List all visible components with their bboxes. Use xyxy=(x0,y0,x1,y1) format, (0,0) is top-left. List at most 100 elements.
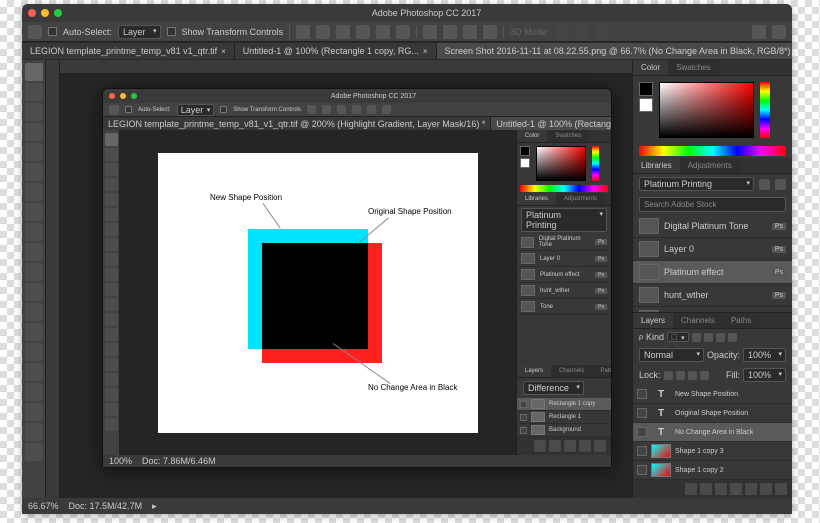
list-view-icon[interactable] xyxy=(775,179,786,190)
adjustments-tab[interactable]: Adjustments xyxy=(680,158,740,173)
search-stock[interactable]: Search Adobe Stock xyxy=(639,197,786,212)
library-item[interactable]: Platinum effectPs xyxy=(633,261,792,284)
fg-bg-swatches[interactable] xyxy=(639,82,653,112)
shape-tool[interactable] xyxy=(25,403,43,421)
align-icon[interactable] xyxy=(396,25,410,39)
distribute-icon[interactable] xyxy=(483,25,497,39)
distribute-icon[interactable] xyxy=(463,25,477,39)
crop-tool[interactable] xyxy=(25,143,43,161)
doc-tab[interactable]: Untitled-1 @ 100% (Rectangle 1 copy, RG.… xyxy=(235,43,437,59)
visibility-toggle[interactable] xyxy=(637,427,647,437)
filter-icon[interactable] xyxy=(704,333,713,342)
close-icon[interactable]: × xyxy=(221,47,226,56)
auto-select-checkbox[interactable] xyxy=(48,27,57,36)
lock-icon[interactable] xyxy=(700,371,709,380)
libraries-tab[interactable]: Libraries xyxy=(633,158,680,173)
doc-tab[interactable]: LEGION template_printme_temp_v81 v1_qtr.… xyxy=(22,43,235,59)
visibility-toggle[interactable] xyxy=(637,465,647,475)
trash-icon[interactable] xyxy=(775,483,787,495)
layer-row[interactable]: TOriginal Shape Position xyxy=(633,404,792,423)
library-item[interactable]: Layer 0Ps xyxy=(633,238,792,261)
titlebar[interactable]: Adobe Photoshop CC 2017 xyxy=(22,4,792,22)
grid-view-icon[interactable] xyxy=(759,179,770,190)
hue-slider[interactable] xyxy=(760,82,770,138)
brush-tool[interactable] xyxy=(25,203,43,221)
color-field[interactable] xyxy=(659,82,754,138)
doc-tab-active[interactable]: Screen Shot 2016-11-11 at 08.22.55.png @… xyxy=(437,43,793,59)
filter-icon[interactable] xyxy=(728,333,737,342)
spectrum-bar[interactable] xyxy=(639,146,786,156)
align-icon[interactable] xyxy=(296,25,310,39)
lock-icon[interactable] xyxy=(688,371,697,380)
fill-value[interactable]: 100% xyxy=(743,368,786,382)
lock-icon[interactable] xyxy=(676,371,685,380)
zoom-tool[interactable] xyxy=(25,443,43,461)
hand-tool[interactable] xyxy=(25,423,43,441)
visibility-toggle[interactable] xyxy=(637,408,647,418)
close-dot[interactable] xyxy=(28,9,36,17)
show-transform-checkbox[interactable] xyxy=(167,27,176,36)
adj-icon[interactable] xyxy=(730,483,742,495)
align-icon[interactable] xyxy=(336,25,350,39)
lasso-tool[interactable] xyxy=(25,103,43,121)
canvas-area[interactable]: Adobe Photoshop CC 2017 Auto-Select: Lay… xyxy=(46,60,632,498)
channels-tab[interactable]: Channels xyxy=(673,313,723,328)
visibility-toggle[interactable] xyxy=(637,389,647,399)
filter-icon[interactable] xyxy=(716,333,725,342)
library-select[interactable]: Platinum Printing xyxy=(639,177,754,191)
workspace-icon[interactable] xyxy=(772,25,786,39)
group-icon[interactable] xyxy=(745,483,757,495)
layers-tab[interactable]: Layers xyxy=(633,313,673,328)
mask-icon[interactable] xyxy=(715,483,727,495)
max-dot[interactable] xyxy=(54,9,62,17)
align-icon[interactable] xyxy=(376,25,390,39)
kind-filter[interactable]: ⬚ xyxy=(667,332,689,342)
dodge-tool[interactable] xyxy=(25,323,43,341)
library-item[interactable]: Digital Platinum TonePs xyxy=(633,215,792,238)
bg-swatch[interactable] xyxy=(639,98,653,112)
layer-row[interactable]: TNew Shape Position xyxy=(633,385,792,404)
blur-tool[interactable] xyxy=(25,303,43,321)
library-item[interactable]: hunt_wtherPs xyxy=(633,284,792,307)
type-tool[interactable] xyxy=(25,363,43,381)
pen-tool[interactable] xyxy=(25,343,43,361)
path-tool[interactable] xyxy=(25,383,43,401)
move-tool-icon[interactable] xyxy=(28,25,42,39)
opacity-value[interactable]: 100% xyxy=(743,348,786,362)
marquee-tool[interactable] xyxy=(25,83,43,101)
eyedropper-tool[interactable] xyxy=(25,163,43,181)
gradient-tool[interactable] xyxy=(25,283,43,301)
align-icon[interactable] xyxy=(316,25,330,39)
paths-tab[interactable]: Paths xyxy=(723,313,759,328)
wand-tool[interactable] xyxy=(25,123,43,141)
align-icon[interactable] xyxy=(356,25,370,39)
history-brush-tool[interactable] xyxy=(25,243,43,261)
search-icon[interactable] xyxy=(752,25,766,39)
zoom-value[interactable]: 66.67% xyxy=(28,501,59,511)
heal-tool[interactable] xyxy=(25,183,43,201)
fg-swatch[interactable] xyxy=(639,82,653,96)
distribute-icon[interactable] xyxy=(443,25,457,39)
min-dot[interactable] xyxy=(41,9,49,17)
close-icon[interactable]: × xyxy=(423,47,428,56)
distribute-icon[interactable] xyxy=(423,25,437,39)
color-tab[interactable]: Color xyxy=(633,60,668,75)
layer-select[interactable]: Layer xyxy=(118,25,161,39)
visibility-toggle[interactable] xyxy=(637,446,647,456)
eraser-tool[interactable] xyxy=(25,263,43,281)
layer-row[interactable]: Shape 1 copy 3 xyxy=(633,442,792,461)
ruler-vertical[interactable] xyxy=(46,60,60,498)
filter-icon[interactable] xyxy=(692,333,701,342)
stamp-tool[interactable] xyxy=(25,223,43,241)
swatches-tab[interactable]: Swatches xyxy=(668,60,719,75)
blend-mode[interactable]: Normal xyxy=(639,348,704,362)
layer-row[interactable]: Shape 1 copy 2 xyxy=(633,461,792,480)
chevron-right-icon[interactable]: ▸ xyxy=(152,501,157,512)
new-layer-icon[interactable] xyxy=(760,483,772,495)
move-tool[interactable] xyxy=(25,63,43,81)
layer-row[interactable]: TNo Change Area in Black xyxy=(633,423,792,442)
ruler-horizontal[interactable] xyxy=(60,60,632,74)
link-icon[interactable] xyxy=(685,483,697,495)
lock-icon[interactable] xyxy=(664,371,673,380)
fx-icon[interactable] xyxy=(700,483,712,495)
